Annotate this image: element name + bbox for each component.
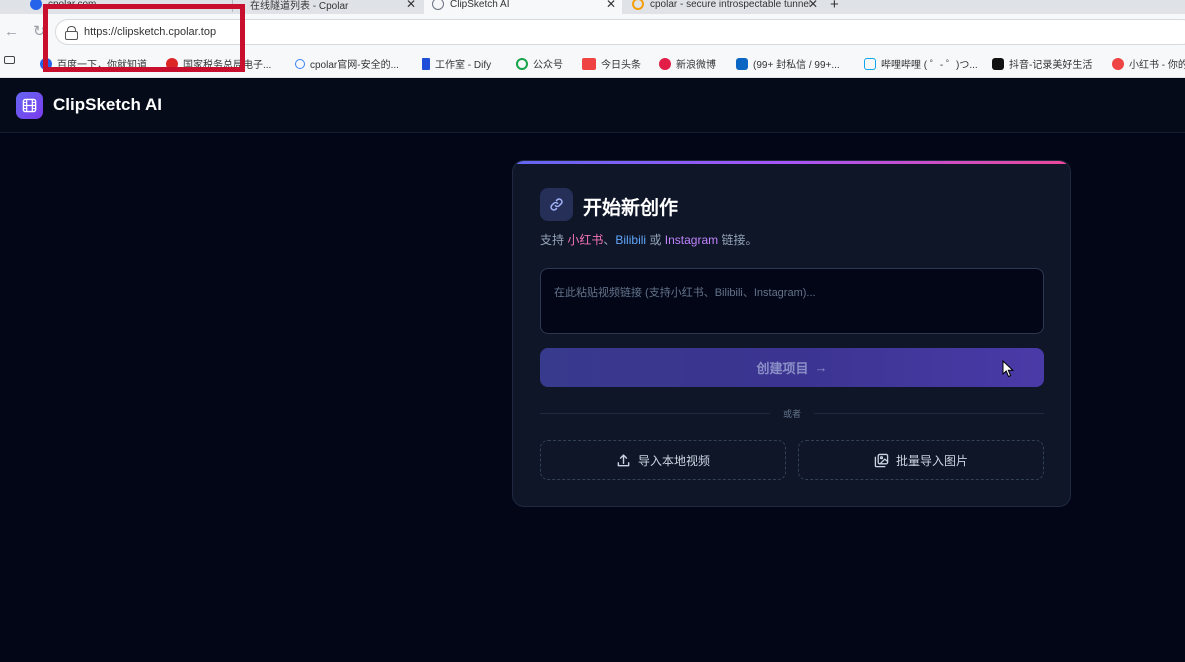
platform-xiaohongshu: 小红书 [567, 233, 604, 247]
bookmark-xiaohongshu[interactable]: 小红书 - 你的... [1112, 56, 1185, 71]
card-title: 开始新创作 [583, 198, 679, 219]
tab-cpolar-secure[interactable]: cpolar - secure introspectable tunnel ✕ [626, 0, 822, 14]
bookmark-label: (99+ 封私信 / 99+... [753, 60, 840, 71]
platform-bilibili: Bilibili [615, 233, 647, 247]
tab-cpolar[interactable]: cpolar.com [30, 0, 226, 14]
weibo-icon [659, 57, 671, 70]
close-tab-icon[interactable]: ✕ [808, 0, 818, 11]
new-project-card: 开始新创作 支持 小红书、Bilibili 或 Instagram 链接。 在此… [512, 160, 1071, 507]
tab-tunnel-list[interactable]: 在线隧道列表 - Cpolar ✕ [236, 0, 420, 14]
search-icon [295, 58, 305, 69]
bookmark-baidu[interactable]: 百度一下，你就知道 [40, 56, 147, 71]
subtitle-prefix: 支持 [540, 233, 565, 247]
card-subtitle: 支持 小红书、Bilibili 或 Instagram 链接。 [540, 231, 758, 248]
images-icon [874, 453, 889, 467]
url-text[interactable]: https://clipsketch.cpolar.top [84, 26, 216, 38]
close-tab-icon[interactable]: ✕ [606, 0, 616, 11]
bookmarks-bar: 百度一下，你就知道 国家税务总局电子... cpolar官网-安全的... 工作… [0, 48, 1185, 78]
card-gradient-bar [513, 161, 1070, 164]
video-link-input[interactable]: 在此粘贴视频链接 (支持小红书、Bilibili、Instagram)... [540, 268, 1044, 334]
bookmark-toutiao[interactable]: 今日头条 [582, 56, 641, 71]
bookmark-label: 公众号 [533, 60, 563, 71]
or-divider: 或者 [540, 407, 1044, 419]
subtitle-or: 或 [649, 233, 662, 247]
tab-title: cpolar.com [48, 0, 97, 10]
bookmarks-menu-icon[interactable] [4, 56, 20, 64]
bookmark-weibo[interactable]: 新浪微博 [659, 56, 716, 71]
cpolar-favicon-icon [632, 0, 644, 10]
lock-icon [65, 26, 78, 40]
tab-title: cpolar - secure introspectable tunnel [650, 0, 810, 10]
douyin-icon [992, 57, 1004, 70]
tab-separator [232, 0, 233, 12]
app-header: ClipSketch AI [0, 79, 1185, 133]
upload-icon [617, 453, 630, 466]
create-project-button[interactable]: 创建项目 → [540, 348, 1044, 387]
platform-instagram: Instagram [664, 233, 719, 247]
bookmark-douyin[interactable]: 抖音-记录美好生活 [992, 56, 1092, 71]
xiaohongshu-icon [1112, 57, 1124, 70]
cpolar-favicon-icon [30, 0, 42, 10]
bookmark-label: 小红书 - 你的... [1129, 60, 1185, 71]
link-icon [540, 188, 573, 221]
back-arrow-icon[interactable]: ← [4, 23, 19, 40]
divider-line [540, 413, 770, 414]
bookmark-cpolar[interactable]: cpolar官网-安全的... [295, 56, 399, 71]
browser-tab-strip: cpolar.com 在线隧道列表 - Cpolar ✕ ClipSketch … [0, 0, 1185, 14]
import-local-video-button[interactable]: 导入本地视频 [540, 440, 786, 480]
reload-icon[interactable]: ↻ [33, 22, 46, 40]
paw-icon [40, 57, 52, 70]
bookmark-label: 国家税务总局电子... [183, 60, 272, 71]
batch-import-images-button[interactable]: 批量导入图片 [798, 440, 1044, 480]
close-tab-icon[interactable]: ✕ [406, 0, 416, 11]
tab-clipsketch[interactable]: ClipSketch AI ✕ [424, 0, 622, 14]
bookmark-zhihu[interactable]: (99+ 封私信 / 99+... [736, 56, 840, 71]
subtitle-suffix: 链接。 [721, 233, 758, 247]
bookmark-label: cpolar官网-安全的... [310, 60, 399, 71]
film-icon [16, 92, 43, 119]
bookmark-label: 哔哩哔哩 ( ゜- ゜)つ... [881, 60, 978, 71]
divider-line [814, 413, 1044, 414]
emblem-icon [166, 57, 178, 70]
bookmark-label: 新浪微博 [676, 60, 716, 71]
bilibili-icon [864, 57, 876, 70]
tab-title: 在线隧道列表 - Cpolar [250, 0, 349, 12]
batch-images-label: 批量导入图片 [895, 453, 968, 468]
bookmark-label: 工作室 - Dify [435, 60, 492, 71]
arrow-right-icon: → [814, 360, 828, 375]
address-bar-row: ← ↻ https://clipsketch.cpolar.top [0, 14, 1185, 48]
new-tab-button[interactable]: + [830, 0, 846, 14]
toutiao-icon [582, 57, 596, 70]
bookmark-label: 抖音-记录美好生活 [1009, 60, 1093, 71]
bookmark-label: 百度一下，你就知道 [57, 60, 147, 71]
create-project-label: 创建项目 [756, 361, 809, 376]
bookmark-wechat[interactable]: 公众号 [516, 56, 563, 71]
import-video-label: 导入本地视频 [637, 453, 710, 468]
mouse-pointer-icon [1002, 360, 1014, 378]
wechat-icon [516, 57, 528, 70]
bookmark-tax[interactable]: 国家税务总局电子... [166, 56, 271, 71]
app-name[interactable]: ClipSketch AI [53, 95, 162, 115]
zhihu-icon [736, 57, 748, 70]
url-field[interactable]: https://clipsketch.cpolar.top [55, 19, 1185, 45]
divider-label: 或者 [782, 409, 801, 419]
bookmark-dify[interactable]: 工作室 - Dify [422, 56, 491, 71]
bookmark-bilibili[interactable]: 哔哩哔哩 ( ゜- ゜)つ... [864, 56, 978, 71]
bookmark-label: 今日头条 [601, 60, 641, 71]
tab-title: ClipSketch AI [450, 0, 510, 10]
globe-icon [432, 0, 444, 10]
dify-icon [422, 57, 430, 70]
subtitle-separator: 、 [603, 233, 616, 247]
